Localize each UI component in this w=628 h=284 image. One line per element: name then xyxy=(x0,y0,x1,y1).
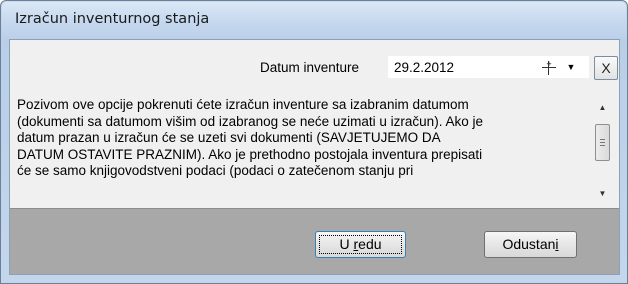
cancel-button[interactable]: Odustani xyxy=(484,231,577,258)
chevron-down-icon[interactable]: ▼ xyxy=(562,59,580,76)
scroll-down-icon[interactable]: ▼ xyxy=(594,185,611,202)
scrollbar-thumb[interactable] xyxy=(595,124,610,161)
grip-line xyxy=(600,139,605,140)
grip-line xyxy=(600,142,605,143)
cancel-label-pre: Odustan xyxy=(502,236,556,252)
cancel-accelerator: i xyxy=(555,236,559,252)
grip-line xyxy=(600,145,605,146)
scroll-up-icon[interactable]: ▲ xyxy=(594,99,611,116)
description-text: Pozivom ove opcije pokrenuti ćete izraču… xyxy=(17,97,577,180)
date-picker[interactable]: 29.2.2012 + ▼ xyxy=(388,56,589,78)
date-spinner[interactable]: + xyxy=(539,60,561,76)
title-bar[interactable]: Izračun inventurnog stanja xyxy=(2,2,626,38)
button-bar: U redu Odustani xyxy=(10,208,619,274)
memo-line: datum prazan u izračun će se uzeti svi d… xyxy=(17,130,441,145)
spin-divider xyxy=(542,67,556,68)
dialog-client-area: Datum inventure 29.2.2012 + ▼ X Pozivom … xyxy=(9,39,620,275)
focus-rectangle xyxy=(319,235,402,254)
memo-line: će se samo knjigovodstveni podaci (podac… xyxy=(17,163,414,178)
memo-line: DATUM OSTAVITE PRAZNIM). Ako je prethodn… xyxy=(17,146,483,162)
vertical-scrollbar[interactable]: ▲ ▼ xyxy=(594,99,611,203)
description-memo[interactable]: Pozivom ove opcije pokrenuti ćete izraču… xyxy=(10,89,619,208)
dialog-window: Izračun inventurnog stanja Datum inventu… xyxy=(0,0,628,284)
window-title: Izračun inventurnog stanja xyxy=(15,11,210,27)
date-value[interactable]: 29.2.2012 xyxy=(394,60,454,75)
memo-line: Pozivom ove opcije pokrenuti ćete izraču… xyxy=(17,97,469,112)
close-button[interactable]: X xyxy=(594,56,618,80)
spin-cross xyxy=(548,61,549,75)
memo-line: (dokumenti sa datumom višim od izabranog… xyxy=(17,113,483,129)
ok-button[interactable]: U redu xyxy=(315,231,406,258)
date-label: Datum inventure xyxy=(260,60,360,75)
